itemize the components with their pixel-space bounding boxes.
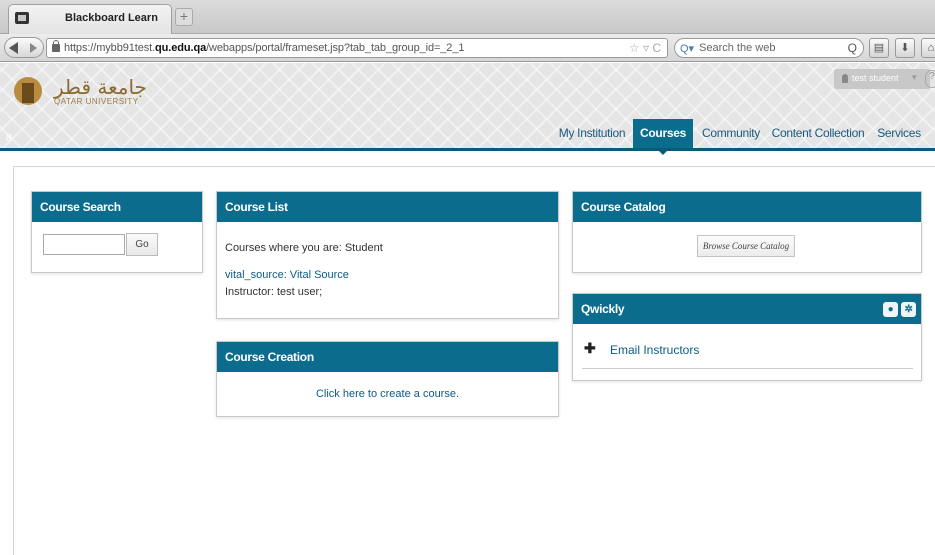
course-catalog-module: Course Catalog Browse Course Catalog bbox=[572, 191, 922, 273]
module-title: Course List bbox=[217, 192, 558, 222]
search-icon[interactable]: Q bbox=[848, 41, 857, 55]
qwickly-title: Qwickly bbox=[581, 302, 625, 316]
qwickly-module: Qwickly ● ✲ ✚ Email Instructors bbox=[572, 293, 922, 381]
course-search-input[interactable] bbox=[43, 234, 125, 255]
blackboard-favicon-icon bbox=[15, 12, 29, 24]
tab-courses[interactable]: Courses bbox=[633, 119, 693, 155]
search-engine-icon[interactable]: Q▾ bbox=[680, 42, 694, 55]
create-course-link[interactable]: Click here to create a course. bbox=[217, 388, 558, 400]
site-header: جامعة قطر QATAR UNIVERSITY test student … bbox=[0, 63, 935, 155]
browse-course-catalog-button[interactable]: Browse Course Catalog bbox=[697, 235, 795, 257]
new-tab-button[interactable]: + bbox=[175, 8, 193, 26]
url-text: https://mybb91test.qu.edu.qa/webapps/por… bbox=[64, 42, 465, 54]
search-placeholder: Search the web bbox=[699, 42, 776, 54]
tab-content-collection[interactable]: Content Collection bbox=[770, 119, 866, 148]
go-button[interactable]: Go bbox=[126, 233, 158, 256]
tab-title: Blackboard Learn bbox=[65, 12, 158, 24]
main-tabs: My Institution Courses Community Content… bbox=[0, 115, 935, 155]
address-bar[interactable]: https://mybb91test.qu.edu.qa/webapps/por… bbox=[46, 38, 668, 58]
help-icon[interactable]: ? bbox=[925, 70, 935, 88]
back-arrow-icon[interactable] bbox=[9, 42, 18, 54]
course-link[interactable]: vital_source: Vital Source bbox=[225, 269, 349, 281]
divider bbox=[582, 368, 913, 369]
course-role-text: Courses where you are: Student bbox=[225, 242, 383, 254]
chat-icon[interactable]: ● bbox=[883, 302, 898, 317]
instructor-text: Instructor: test user; bbox=[225, 286, 323, 298]
tab-my-institution[interactable]: My Institution bbox=[556, 119, 628, 148]
user-icon bbox=[842, 74, 848, 83]
qatar-university-logo-icon[interactable] bbox=[14, 77, 46, 105]
gear-icon[interactable]: ✲ bbox=[901, 302, 916, 317]
bookmark-star-reload-icon[interactable]: ☆ ▿ C bbox=[629, 41, 661, 55]
module-actions: ● ✲ bbox=[880, 301, 916, 317]
module-title: Course Search bbox=[32, 192, 202, 222]
download-icon[interactable]: ⬇ bbox=[895, 38, 915, 58]
forward-arrow-icon[interactable] bbox=[30, 43, 37, 53]
plus-icon: ✚ bbox=[584, 340, 596, 356]
home-icon[interactable]: ⌂ bbox=[921, 38, 935, 58]
module-title: Course Creation bbox=[217, 342, 558, 372]
course-creation-module: Course Creation Click here to create a c… bbox=[216, 341, 559, 417]
course-list-module: Course List Courses where you are: Stude… bbox=[216, 191, 559, 319]
email-instructors-link[interactable]: Email Instructors bbox=[610, 343, 699, 357]
chevron-down-icon: ▾ bbox=[912, 72, 917, 82]
browser-tab[interactable]: Blackboard Learn bbox=[8, 4, 172, 34]
user-name: test student bbox=[852, 73, 899, 83]
content-area: Course Search Go Course List Courses whe… bbox=[13, 166, 935, 555]
page-menu-icon[interactable]: ▤ bbox=[869, 38, 889, 58]
tab-community[interactable]: Community bbox=[700, 119, 762, 148]
logo-english-text: QATAR UNIVERSITY bbox=[54, 97, 139, 106]
course-search-module: Course Search Go bbox=[31, 191, 203, 273]
logo-arabic-text: جامعة قطر bbox=[54, 75, 147, 99]
back-forward-buttons bbox=[4, 37, 44, 58]
user-menu[interactable]: test student ▾ bbox=[834, 69, 930, 89]
module-title: Course Catalog bbox=[573, 192, 921, 222]
tab-services[interactable]: Services bbox=[874, 119, 924, 148]
browser-nav-bar: https://mybb91test.qu.edu.qa/webapps/por… bbox=[0, 34, 935, 62]
lock-icon bbox=[52, 40, 60, 52]
browser-tab-bar: Blackboard Learn + bbox=[0, 0, 935, 34]
module-title: Qwickly ● ✲ bbox=[573, 294, 921, 324]
search-bar[interactable]: Q▾ Search the web Q bbox=[674, 38, 864, 58]
